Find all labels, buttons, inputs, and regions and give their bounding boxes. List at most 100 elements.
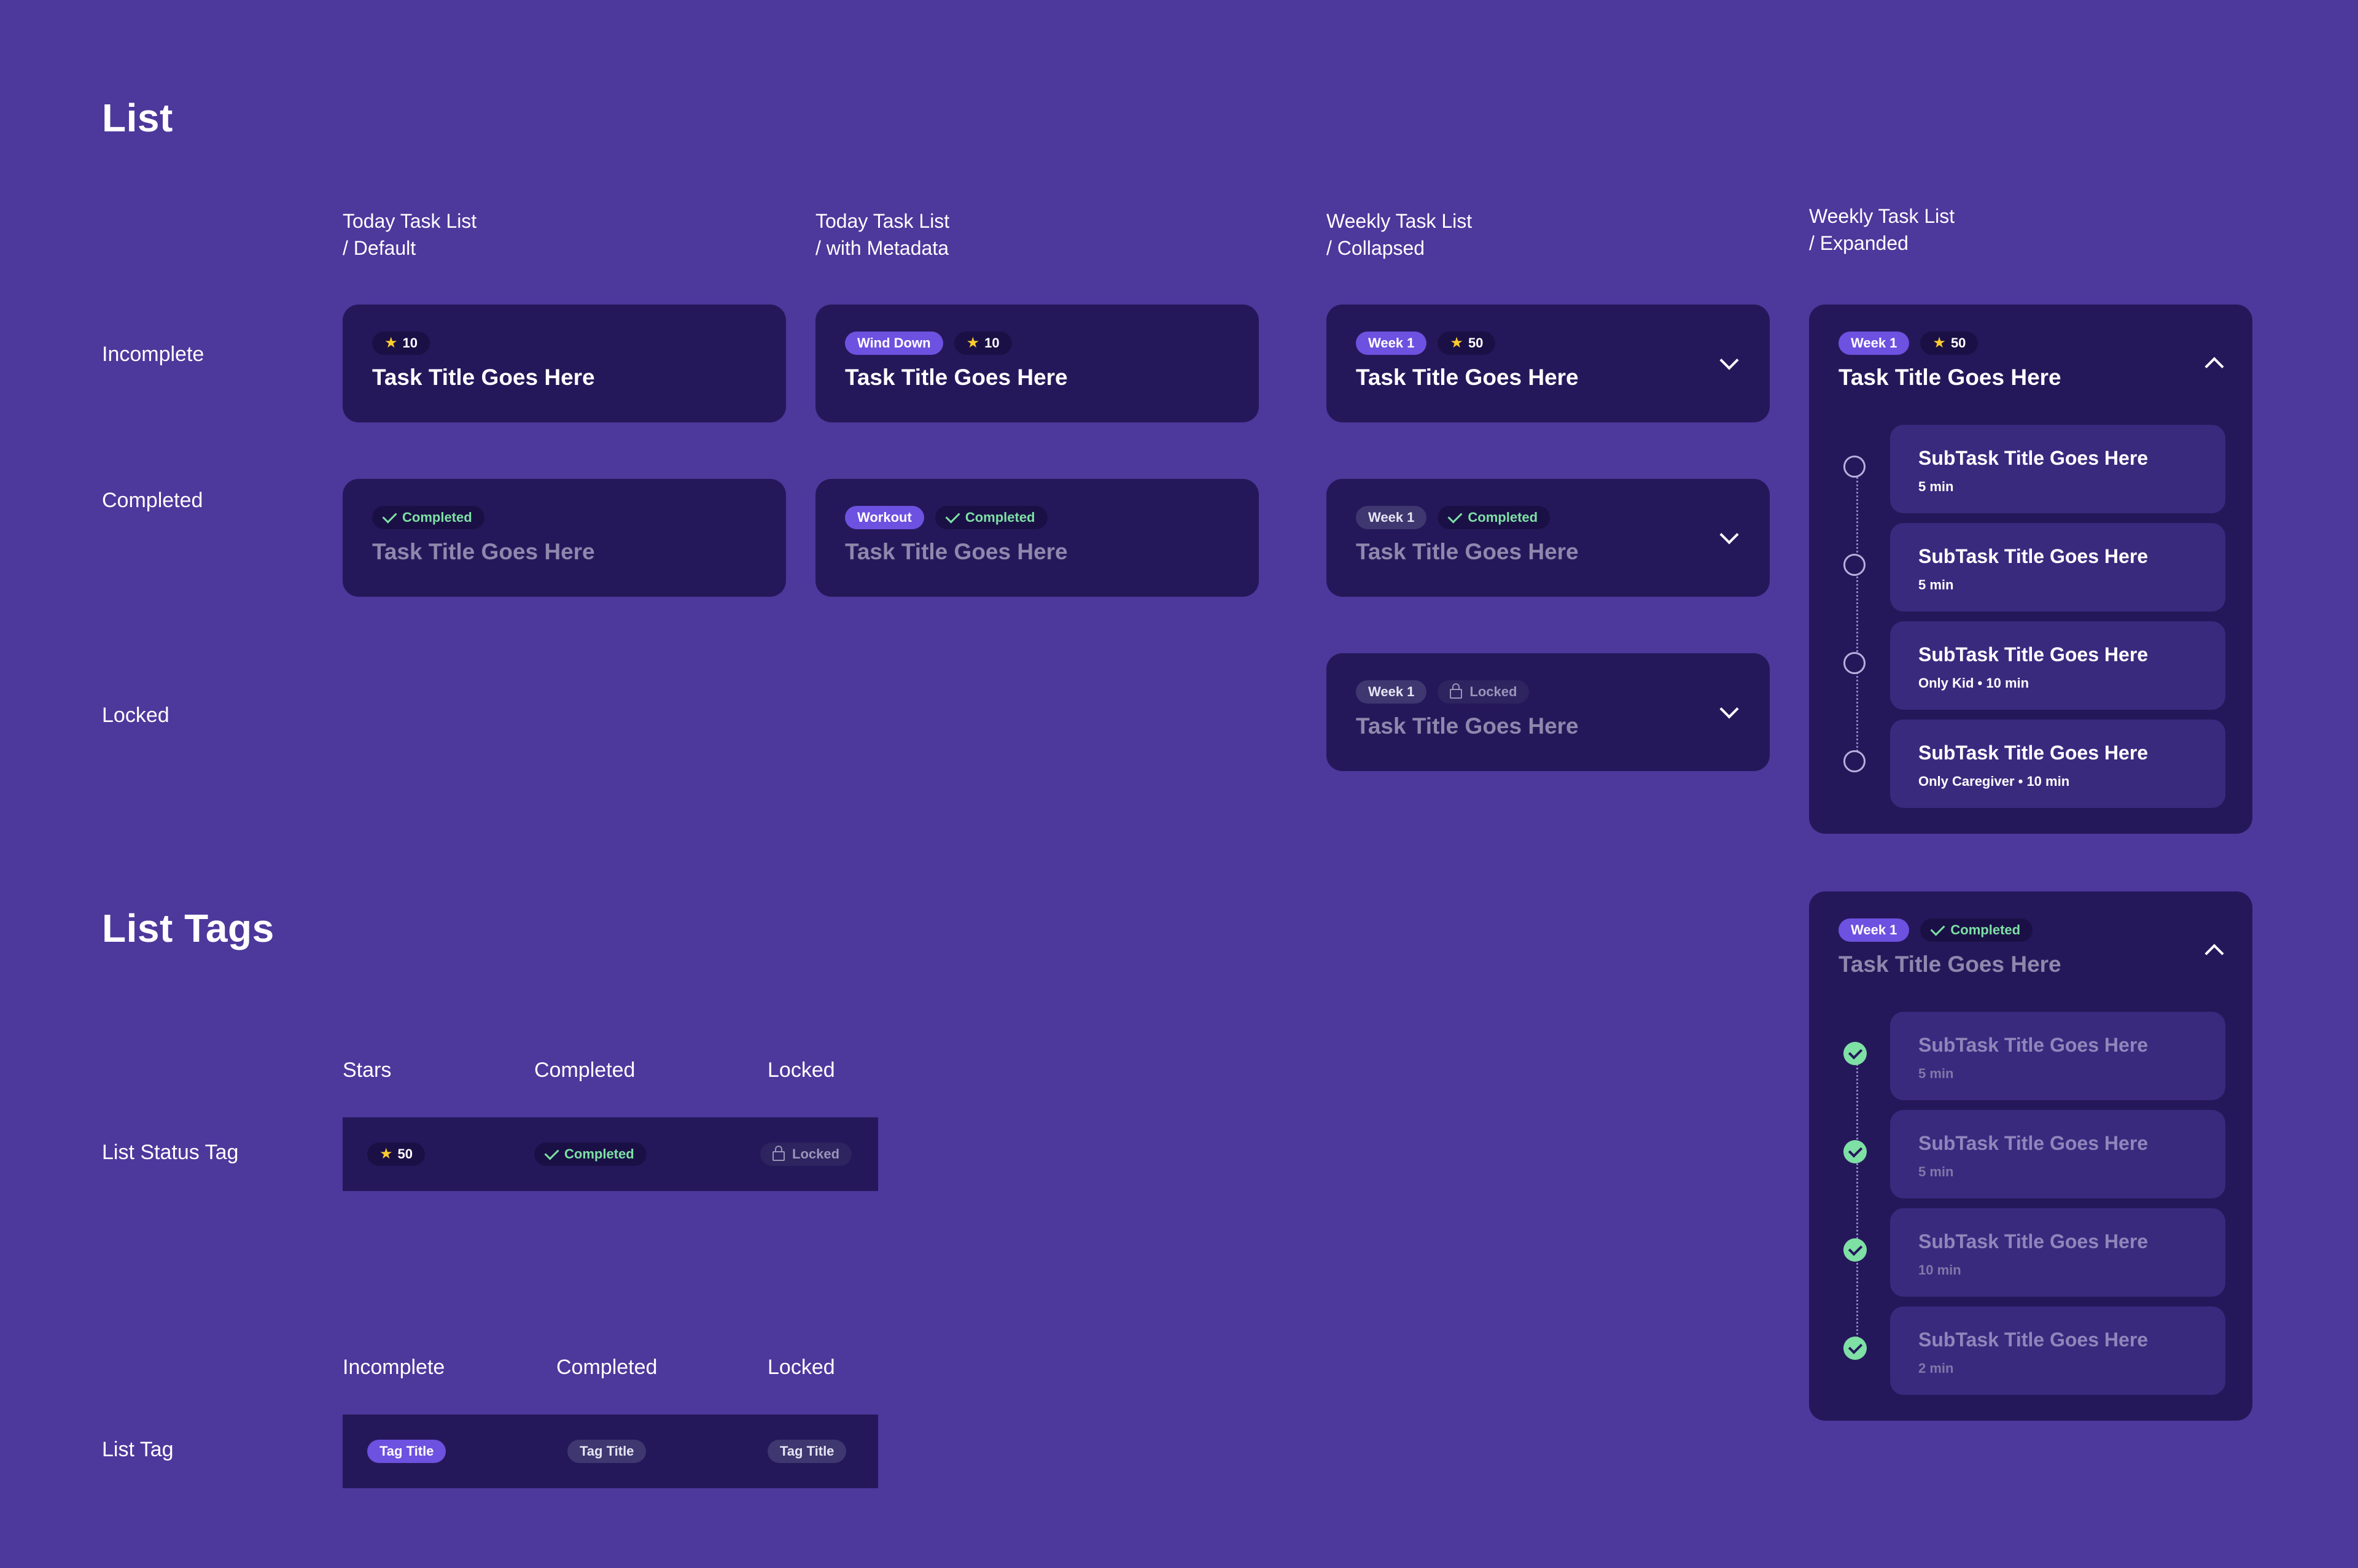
subtask-item[interactable]: SubTask Title Goes Here 5 min [1890, 1110, 2225, 1198]
circle-icon[interactable] [1843, 652, 1866, 674]
column-header-today-default: Today Task List / Default [343, 210, 477, 259]
list-tag-completed: Tag Title [567, 1440, 647, 1463]
locked-tag: Locked [760, 1143, 852, 1166]
circle-icon[interactable] [1843, 750, 1866, 772]
circle-icon[interactable] [1843, 456, 1866, 478]
list-tag-header-locked: Locked [768, 1356, 835, 1379]
subtask-meta: Only Caregiver • 10 min [1918, 774, 2070, 789]
check-circle-icon[interactable] [1843, 1042, 1867, 1065]
week-tag: Week 1 [1356, 680, 1427, 704]
status-header-stars: Stars [343, 1058, 392, 1082]
task-card-weekly-expanded-incomplete: Week 1 ★ 50 Task Title Goes Here SubTask … [1809, 305, 2252, 834]
stars-tag: ★ 10 [954, 332, 1012, 355]
week-tag: Week 1 [1839, 918, 1910, 942]
column-header-weekly-collapsed: Weekly Task List / Collapsed [1326, 210, 1473, 259]
chevron-down-icon[interactable] [1719, 525, 1739, 545]
star-icon: ★ [379, 1146, 393, 1162]
star-icon: ★ [1932, 335, 1946, 351]
subtask-title: SubTask Title Goes Here [1918, 1132, 2149, 1154]
check-icon [544, 1144, 559, 1160]
check-icon [1447, 508, 1463, 524]
lock-icon [772, 1146, 785, 1161]
week-tag: Week 1 [1839, 332, 1910, 355]
section-title-list: List [102, 96, 173, 140]
chevron-up-icon[interactable] [2204, 357, 2224, 376]
check-icon [382, 508, 397, 524]
subtask-item[interactable]: SubTask Title Goes Here Only Caregiver •… [1890, 720, 2225, 808]
check-circle-icon[interactable] [1843, 1238, 1867, 1262]
status-header-completed: Completed [534, 1058, 636, 1082]
subtask-meta: 5 min [1918, 577, 1954, 592]
task-title: Task Title Goes Here [1356, 539, 1579, 564]
subtask-item[interactable]: SubTask Title Goes Here 5 min [1890, 1012, 2225, 1100]
task-title: Task Title Goes Here [1839, 952, 2061, 977]
category-tag: Workout [845, 506, 924, 529]
subtask-title: SubTask Title Goes Here [1918, 545, 2149, 567]
subtask-title: SubTask Title Goes Here [1918, 1329, 2149, 1351]
subtask-meta: 5 min [1918, 1164, 1954, 1179]
task-card-weekly-collapsed-incomplete[interactable]: Week 1 ★ 50 Task Title Goes Here [1326, 305, 1770, 422]
subtask-item[interactable]: SubTask Title Goes Here 5 min [1890, 425, 2225, 513]
list-tag-incomplete: Tag Title [367, 1440, 446, 1463]
subtask-meta: 10 min [1918, 1262, 1961, 1278]
chevron-up-icon[interactable] [2204, 944, 2224, 963]
chevron-down-icon[interactable] [1719, 351, 1739, 370]
check-circle-icon[interactable] [1843, 1337, 1867, 1360]
task-title: Task Title Goes Here [1356, 713, 1579, 739]
section-title-list-tags: List Tags [102, 906, 274, 950]
subtask-item[interactable]: SubTask Title Goes Here 2 min [1890, 1306, 2225, 1395]
stars-tag: ★ 50 [367, 1143, 425, 1166]
task-card-weekly-collapsed-locked[interactable]: Week 1 Locked Task Title Goes Here [1326, 653, 1770, 771]
circle-icon[interactable] [1843, 554, 1866, 576]
subtask-item[interactable]: SubTask Title Goes Here Only Kid • 10 mi… [1890, 621, 2225, 710]
lock-icon [1450, 683, 1463, 699]
subtask-title: SubTask Title Goes Here [1918, 643, 2149, 666]
task-title: Task Title Goes Here [1356, 365, 1579, 390]
category-tag: Wind Down [845, 332, 943, 355]
subtask-meta: 5 min [1918, 1066, 1954, 1081]
row-label-completed: Completed [102, 489, 203, 512]
list-tag-locked: Tag Title [768, 1440, 847, 1463]
locked-tag: Locked [1438, 680, 1530, 704]
check-icon [1930, 920, 1945, 936]
subtask-timeline [1856, 469, 1858, 756]
task-title: Task Title Goes Here [845, 539, 1068, 564]
completed-tag: Completed [1920, 918, 2033, 942]
check-circle-icon[interactable] [1843, 1140, 1867, 1163]
task-card-today-default-completed[interactable]: Completed Task Title Goes Here [343, 479, 786, 597]
list-tag-header-completed: Completed [556, 1356, 658, 1379]
row-label-incomplete: Incomplete [102, 343, 204, 366]
task-card-today-metadata-incomplete[interactable]: Wind Down ★ 10 Task Title Goes Here [815, 305, 1259, 422]
task-title: Task Title Goes Here [845, 365, 1068, 390]
task-title: Task Title Goes Here [372, 365, 595, 390]
star-icon: ★ [966, 335, 980, 351]
subtask-title: SubTask Title Goes Here [1918, 447, 2149, 469]
completed-tag: Completed [935, 506, 1048, 529]
week-tag: Week 1 [1356, 332, 1427, 355]
row-label-list-tag: List Tag [102, 1438, 174, 1461]
subtask-title: SubTask Title Goes Here [1918, 1230, 2149, 1252]
subtask-meta: 5 min [1918, 479, 1954, 494]
task-card-today-default-incomplete[interactable]: ★ 10 Task Title Goes Here [343, 305, 786, 422]
task-title: Task Title Goes Here [1839, 365, 2061, 390]
subtask-timeline [1856, 1056, 1858, 1343]
subtask-item[interactable]: SubTask Title Goes Here 5 min [1890, 523, 2225, 611]
task-card-weekly-expanded-completed: Week 1 Completed Task Title Goes Here Su… [1809, 891, 2252, 1421]
completed-tag: Completed [534, 1143, 647, 1166]
stars-tag: ★ 10 [372, 332, 430, 355]
stars-tag: ★ 50 [1438, 332, 1496, 355]
task-card-weekly-collapsed-completed[interactable]: Week 1 Completed Task Title Goes Here [1326, 479, 1770, 597]
task-card-today-metadata-completed[interactable]: Workout Completed Task Title Goes Here [815, 479, 1259, 597]
subtask-item[interactable]: SubTask Title Goes Here 10 min [1890, 1208, 2225, 1297]
chevron-down-icon[interactable] [1719, 699, 1739, 719]
star-icon: ★ [384, 335, 398, 351]
subtask-title: SubTask Title Goes Here [1918, 1034, 2149, 1056]
status-tag-strip: ★ 50 Completed Locked [343, 1117, 878, 1191]
row-label-list-status-tag: List Status Tag [102, 1141, 239, 1164]
completed-tag: Completed [372, 506, 484, 529]
list-tag-header-incomplete: Incomplete [343, 1356, 445, 1379]
check-icon [945, 508, 960, 524]
subtask-title: SubTask Title Goes Here [1918, 742, 2149, 764]
status-header-locked: Locked [768, 1058, 835, 1082]
column-header-weekly-expanded: Weekly Task List / Expanded [1809, 205, 1955, 254]
